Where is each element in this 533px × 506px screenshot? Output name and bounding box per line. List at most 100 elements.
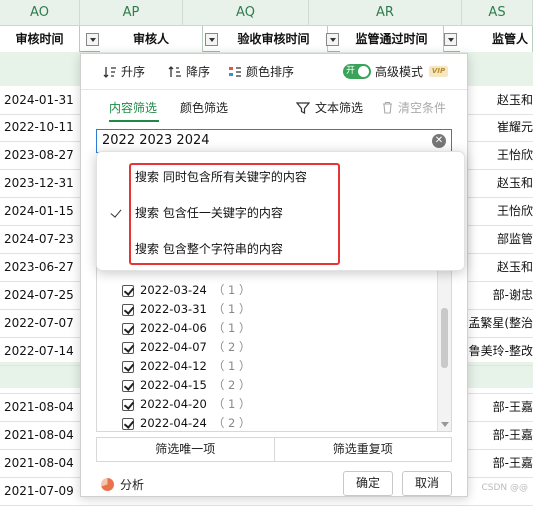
cell-review-time[interactable]: 2024-01-31 (4, 87, 80, 114)
item-count: （ 2 ） (212, 416, 251, 430)
cell-supervisor[interactable]: 部-王嘉 (468, 394, 533, 421)
item-checkbox[interactable] (122, 417, 134, 430)
cell-supervisor[interactable]: 王怡欣 (468, 142, 533, 169)
cell-supervisor[interactable]: 部-王嘉 (468, 422, 533, 449)
cell-review-time[interactable]: 2022-10-11 (4, 114, 80, 141)
item-count: （ 1 ） (212, 283, 251, 297)
sort-ascending-button[interactable]: 升序 (103, 63, 145, 81)
toggle-on-label: 开 (346, 66, 356, 76)
tab-color-filter[interactable]: 颜色筛选 (180, 99, 228, 116)
filter-dropdown-acceptance-time[interactable] (326, 33, 339, 46)
tab-content-filter[interactable]: 内容筛选 (109, 99, 157, 116)
cell-review-time[interactable]: 2024-07-23 (4, 226, 80, 253)
cell-review-time[interactable]: 2022-07-14 (4, 338, 80, 365)
item-label: 2022-04-15 (140, 378, 207, 392)
clear-conditions-label: 清空条件 (398, 101, 447, 115)
analysis-label: 分析 (120, 478, 145, 492)
cell-supervisor[interactable]: 部-谢忠 (468, 282, 533, 309)
cell-review-time[interactable]: 2023-06-27 (4, 254, 80, 281)
filter-mode-bar: 筛选唯一项 筛选重复项 (96, 437, 452, 462)
cell-review-time[interactable]: 2023-08-27 (4, 142, 80, 169)
item-label: 2022-04-20 (140, 397, 207, 411)
list-item[interactable]: 2022-04-07 （ 2 ） (122, 338, 250, 357)
cell-review-time[interactable]: 2021-07-09 (4, 478, 80, 505)
field-header-reviewer: 审核人 (100, 26, 203, 52)
filter-dropdown-reviewer[interactable] (205, 33, 218, 46)
filter-dropdown-review-time[interactable] (86, 33, 99, 46)
cell-review-time[interactable]: 2022-07-07 (4, 310, 80, 337)
item-count: （ 1 ） (212, 321, 251, 335)
item-checkbox[interactable] (122, 341, 134, 354)
filter-unique-button[interactable]: 筛选唯一项 (97, 438, 274, 461)
scroll-down-icon[interactable] (441, 422, 449, 427)
ok-button[interactable]: 确定 (343, 471, 393, 496)
funnel-icon (296, 101, 310, 114)
item-count: （ 1 ） (212, 397, 251, 411)
item-count: （ 2 ） (212, 340, 251, 354)
filter-dropdown-supervision-pass-time[interactable] (444, 33, 457, 46)
clear-conditions-button[interactable]: 清空条件 (381, 99, 446, 116)
column-letter-ar[interactable]: AR (309, 0, 462, 26)
color-sort-button[interactable]: 颜色排序 (228, 63, 294, 81)
scrollbar-thumb[interactable] (441, 308, 448, 368)
cell-supervisor[interactable]: 孟繁星(整治 (468, 310, 533, 337)
cell-supervisor[interactable]: 崔耀元 (468, 114, 533, 141)
highlight-annotation-box (129, 163, 340, 265)
item-checkbox[interactable] (122, 360, 134, 373)
filter-toolbar: 升序 降序 颜色排序 开 高级模式 VIP (81, 54, 467, 90)
cell-review-time[interactable]: 2021-08-04 (4, 450, 80, 477)
list-item[interactable]: 2022-04-20 （ 1 ） (122, 395, 250, 414)
field-header-supervisor: 监管人 (460, 26, 533, 52)
cell-review-time[interactable]: 2023-12-31 (4, 170, 80, 197)
cell-review-time[interactable]: 2024-01-15 (4, 198, 80, 225)
column-letter-ap[interactable]: AP (80, 0, 183, 26)
cell-supervisor[interactable]: 部监管 (468, 226, 533, 253)
text-filter-button[interactable]: 文本筛选 (296, 99, 363, 116)
filter-search-input[interactable]: 2022 2023 2024 ✕ (96, 129, 452, 153)
search-value: 2022 2023 2024 (102, 133, 210, 148)
list-item[interactable]: 2022-04-24 （ 2 ） (122, 414, 251, 431)
sort-descending-label: 降序 (186, 65, 211, 79)
cancel-button[interactable]: 取消 (402, 471, 452, 496)
item-checkbox[interactable] (122, 322, 134, 335)
cell-supervisor[interactable]: 部-王嘉 (468, 450, 533, 477)
pie-chart-icon (101, 478, 114, 491)
advanced-mode-label: 高级模式 (375, 65, 424, 79)
cell-supervisor[interactable]: 赵玉和 (468, 170, 533, 197)
cell-supervisor[interactable]: 王怡欣 (468, 198, 533, 225)
list-item[interactable]: 2022-03-31 （ 1 ） (122, 300, 250, 319)
cell-supervisor[interactable]: 赵玉和 (468, 254, 533, 281)
list-item[interactable]: 2022-03-24 （ 1 ） (122, 281, 250, 300)
field-header-acceptance-time: 验收审核时间 (220, 26, 328, 52)
cell-supervisor[interactable]: 赵玉和 (468, 87, 533, 114)
item-count: （ 1 ） (212, 302, 251, 316)
item-checkbox[interactable] (122, 284, 134, 297)
cell-review-time[interactable]: 2024-07-25 (4, 282, 80, 309)
column-letter-as[interactable]: AS (462, 0, 533, 26)
cell-supervisor[interactable]: 鲁美玲-整改 (468, 338, 533, 365)
item-checkbox[interactable] (122, 398, 134, 411)
cell-supervisor[interactable] (468, 366, 533, 393)
list-item[interactable]: 2022-04-12 （ 1 ） (122, 357, 250, 376)
filter-duplicate-button[interactable]: 筛选重复项 (273, 438, 452, 461)
color-sort-icon (229, 67, 241, 77)
analysis-button[interactable]: 分析 (101, 476, 144, 493)
cell-review-time[interactable]: 2021-08-04 (4, 394, 80, 421)
column-letter-aq[interactable]: AQ (183, 0, 309, 26)
item-label: 2022-04-24 (140, 416, 207, 430)
list-item[interactable]: 2022-04-06 （ 1 ） (122, 319, 250, 338)
active-tab-indicator (109, 120, 159, 122)
advanced-mode-toggle[interactable]: 开 (343, 64, 371, 79)
item-checkbox[interactable] (122, 303, 134, 316)
item-count: （ 1 ） (212, 359, 251, 373)
item-checkbox[interactable] (122, 379, 134, 392)
list-item[interactable]: 2022-04-15 （ 2 ） (122, 376, 250, 395)
clear-search-icon[interactable]: ✕ (432, 134, 446, 148)
sort-descending-button[interactable]: 降序 (168, 63, 210, 81)
checkmark-icon (110, 206, 122, 218)
color-sort-label: 颜色排序 (246, 65, 295, 79)
column-letter-ao[interactable]: AO (0, 0, 80, 26)
cell-review-time[interactable]: 2021-08-04 (4, 422, 80, 449)
filter-panel: 升序 降序 颜色排序 开 高级模式 VIP 内容筛选 颜色筛选 文本筛选 清空条… (80, 53, 468, 497)
cell-review-time[interactable] (4, 366, 80, 393)
